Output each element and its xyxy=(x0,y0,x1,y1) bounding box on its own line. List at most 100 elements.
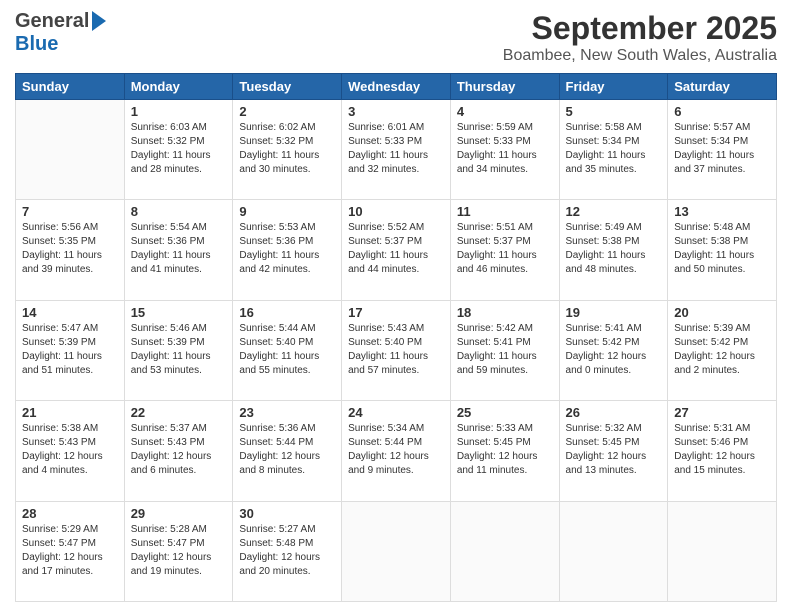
calendar-cell xyxy=(342,501,451,601)
day-number: 30 xyxy=(239,506,335,521)
day-number: 21 xyxy=(22,405,118,420)
title-section: September 2025 Boambee, New South Wales,… xyxy=(503,10,777,65)
day-info: Sunrise: 6:01 AM Sunset: 5:33 PM Dayligh… xyxy=(348,121,444,177)
day-number: 24 xyxy=(348,405,444,420)
day-info: Sunrise: 5:34 AM Sunset: 5:44 PM Dayligh… xyxy=(348,422,444,478)
day-number: 22 xyxy=(131,405,227,420)
page: General Blue September 2025 Boambee, New… xyxy=(0,0,792,612)
day-number: 26 xyxy=(566,405,662,420)
calendar-cell: 14 Sunrise: 5:47 AM Sunset: 5:39 PM Dayli… xyxy=(16,300,125,400)
day-info: Sunrise: 5:48 AM Sunset: 5:38 PM Dayligh… xyxy=(674,221,770,277)
day-info: Sunrise: 5:44 AM Sunset: 5:40 PM Dayligh… xyxy=(239,322,335,378)
logo-blue-label: Blue xyxy=(15,33,58,55)
day-number: 13 xyxy=(674,204,770,219)
calendar-cell xyxy=(559,501,668,601)
day-number: 1 xyxy=(131,104,227,119)
day-info: Sunrise: 5:32 AM Sunset: 5:45 PM Dayligh… xyxy=(566,422,662,478)
calendar-cell: 23Sunrise: 5:36 AM Sunset: 5:44 PM Dayli… xyxy=(233,401,342,501)
day-info: Sunrise: 5:58 AM Sunset: 5:34 PM Dayligh… xyxy=(566,121,662,177)
calendar-cell: 28 Sunrise: 5:29 AM Sunset: 5:47 PM Dayli… xyxy=(16,501,125,601)
calendar-cell: 27Sunrise: 5:31 AM Sunset: 5:46 PM Dayli… xyxy=(668,401,777,501)
calendar-week-row-3: 14 Sunrise: 5:47 AM Sunset: 5:39 PM Dayli… xyxy=(16,300,777,400)
day-number: 28 xyxy=(22,506,118,521)
day-number: 2 xyxy=(239,104,335,119)
calendar-cell: 13 Sunrise: 5:48 AM Sunset: 5:38 PM Dayli… xyxy=(668,200,777,300)
day-number: 11 xyxy=(457,204,553,219)
day-info: Sunrise: 6:02 AM Sunset: 5:32 PM Dayligh… xyxy=(239,121,335,177)
day-number: 19 xyxy=(566,305,662,320)
day-info: Sunrise: 5:42 AM Sunset: 5:41 PM Dayligh… xyxy=(457,322,553,378)
calendar-cell: 12Sunrise: 5:49 AM Sunset: 5:38 PM Dayli… xyxy=(559,200,668,300)
day-info: Sunrise: 5:51 AM Sunset: 5:37 PM Dayligh… xyxy=(457,221,553,277)
day-number: 10 xyxy=(348,204,444,219)
day-number: 27 xyxy=(674,405,770,420)
day-number: 6 xyxy=(674,104,770,119)
calendar-cell: 11 Sunrise: 5:51 AM Sunset: 5:37 PM Dayli… xyxy=(450,200,559,300)
day-number: 5 xyxy=(566,104,662,119)
day-info: Sunrise: 5:54 AM Sunset: 5:36 PM Dayligh… xyxy=(131,221,227,277)
logo-blue-text: Blue xyxy=(15,33,58,56)
calendar-header-row: Sunday Monday Tuesday Wednesday Thursday… xyxy=(16,74,777,100)
logo-general-text: General xyxy=(15,10,89,33)
col-wednesday: Wednesday xyxy=(342,74,451,100)
day-number: 8 xyxy=(131,204,227,219)
day-info: Sunrise: 5:29 AM Sunset: 5:47 PM Dayligh… xyxy=(22,523,118,579)
calendar-cell: 19 Sunrise: 5:41 AM Sunset: 5:42 PM Dayli… xyxy=(559,300,668,400)
calendar-cell: 25 Sunrise: 5:33 AM Sunset: 5:45 PM Dayli… xyxy=(450,401,559,501)
day-info: Sunrise: 5:49 AM Sunset: 5:38 PM Dayligh… xyxy=(566,221,662,277)
day-info: Sunrise: 5:47 AM Sunset: 5:39 PM Dayligh… xyxy=(22,322,118,378)
calendar-cell: 30 Sunrise: 5:27 AM Sunset: 5:48 PM Dayli… xyxy=(233,501,342,601)
day-number: 16 xyxy=(239,305,335,320)
calendar-week-row-2: 7Sunrise: 5:56 AM Sunset: 5:35 PM Daylig… xyxy=(16,200,777,300)
calendar-cell: 20 Sunrise: 5:39 AM Sunset: 5:42 PM Dayli… xyxy=(668,300,777,400)
calendar-cell xyxy=(450,501,559,601)
day-number: 9 xyxy=(239,204,335,219)
calendar-cell: 18 Sunrise: 5:42 AM Sunset: 5:41 PM Dayli… xyxy=(450,300,559,400)
day-number: 20 xyxy=(674,305,770,320)
calendar-cell: 22Sunrise: 5:37 AM Sunset: 5:43 PM Dayli… xyxy=(124,401,233,501)
day-number: 18 xyxy=(457,305,553,320)
col-sunday: Sunday xyxy=(16,74,125,100)
day-number: 4 xyxy=(457,104,553,119)
calendar-cell: 9 Sunrise: 5:53 AM Sunset: 5:36 PM Daylig… xyxy=(233,200,342,300)
calendar-cell: 7Sunrise: 5:56 AM Sunset: 5:35 PM Daylig… xyxy=(16,200,125,300)
calendar-cell: 21 Sunrise: 5:38 AM Sunset: 5:43 PM Dayli… xyxy=(16,401,125,501)
day-info: Sunrise: 6:03 AM Sunset: 5:32 PM Dayligh… xyxy=(131,121,227,177)
day-info: Sunrise: 5:28 AM Sunset: 5:47 PM Dayligh… xyxy=(131,523,227,579)
day-number: 3 xyxy=(348,104,444,119)
day-number: 25 xyxy=(457,405,553,420)
col-tuesday: Tuesday xyxy=(233,74,342,100)
calendar-cell: 4 Sunrise: 5:59 AM Sunset: 5:33 PM Daylig… xyxy=(450,100,559,200)
calendar-cell xyxy=(16,100,125,200)
day-number: 29 xyxy=(131,506,227,521)
day-info: Sunrise: 5:39 AM Sunset: 5:42 PM Dayligh… xyxy=(674,322,770,378)
calendar-cell: 15 Sunrise: 5:46 AM Sunset: 5:39 PM Dayli… xyxy=(124,300,233,400)
calendar-week-row-4: 21 Sunrise: 5:38 AM Sunset: 5:43 PM Dayli… xyxy=(16,401,777,501)
day-info: Sunrise: 5:41 AM Sunset: 5:42 PM Dayligh… xyxy=(566,322,662,378)
calendar-cell: 24 Sunrise: 5:34 AM Sunset: 5:44 PM Dayli… xyxy=(342,401,451,501)
day-info: Sunrise: 5:53 AM Sunset: 5:36 PM Dayligh… xyxy=(239,221,335,277)
col-monday: Monday xyxy=(124,74,233,100)
day-info: Sunrise: 5:36 AM Sunset: 5:44 PM Dayligh… xyxy=(239,422,335,478)
calendar-cell: 1 Sunrise: 6:03 AM Sunset: 5:32 PM Daylig… xyxy=(124,100,233,200)
day-info: Sunrise: 5:27 AM Sunset: 5:48 PM Dayligh… xyxy=(239,523,335,579)
calendar-week-row-5: 28 Sunrise: 5:29 AM Sunset: 5:47 PM Dayli… xyxy=(16,501,777,601)
day-info: Sunrise: 5:46 AM Sunset: 5:39 PM Dayligh… xyxy=(131,322,227,378)
day-info: Sunrise: 5:52 AM Sunset: 5:37 PM Dayligh… xyxy=(348,221,444,277)
day-info: Sunrise: 5:59 AM Sunset: 5:33 PM Dayligh… xyxy=(457,121,553,177)
logo-container: General xyxy=(15,10,106,33)
logo-arrow-icon xyxy=(92,11,106,31)
calendar-cell: 5 Sunrise: 5:58 AM Sunset: 5:34 PM Daylig… xyxy=(559,100,668,200)
day-info: Sunrise: 5:33 AM Sunset: 5:45 PM Dayligh… xyxy=(457,422,553,478)
calendar-cell: 17Sunrise: 5:43 AM Sunset: 5:40 PM Dayli… xyxy=(342,300,451,400)
calendar-cell: 8 Sunrise: 5:54 AM Sunset: 5:36 PM Daylig… xyxy=(124,200,233,300)
day-number: 15 xyxy=(131,305,227,320)
calendar-table: Sunday Monday Tuesday Wednesday Thursday… xyxy=(15,73,777,602)
calendar-cell: 2 Sunrise: 6:02 AM Sunset: 5:32 PM Daylig… xyxy=(233,100,342,200)
header: General Blue September 2025 Boambee, New… xyxy=(15,10,777,65)
day-number: 14 xyxy=(22,305,118,320)
col-friday: Friday xyxy=(559,74,668,100)
calendar-cell: 29 Sunrise: 5:28 AM Sunset: 5:47 PM Dayli… xyxy=(124,501,233,601)
day-info: Sunrise: 5:38 AM Sunset: 5:43 PM Dayligh… xyxy=(22,422,118,478)
calendar-week-row-1: 1 Sunrise: 6:03 AM Sunset: 5:32 PM Daylig… xyxy=(16,100,777,200)
